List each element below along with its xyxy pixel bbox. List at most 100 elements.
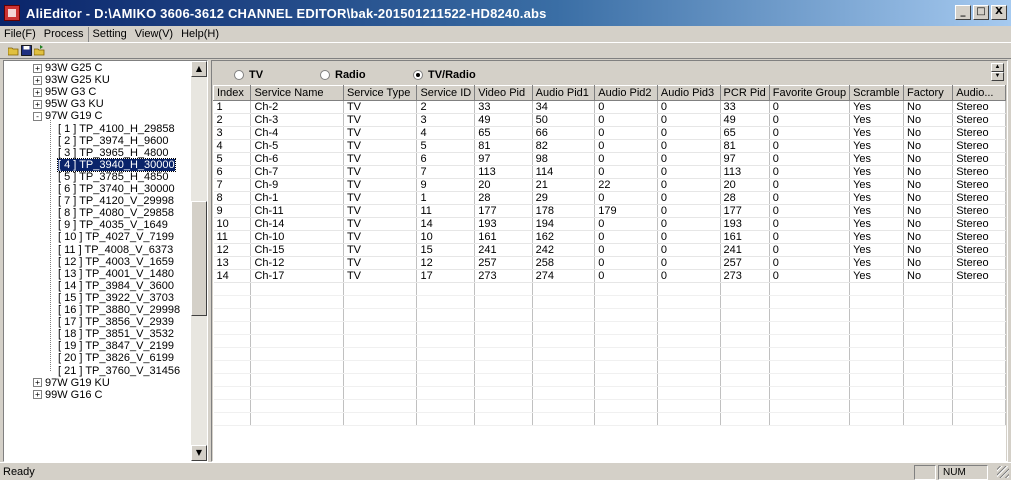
tree-node-transponder[interactable]: [ 9 ] TP_4035_V_1649 [58, 219, 168, 232]
tree-node-transponder[interactable]: [ 4 ] TP_3940_H_30000 [57, 157, 176, 172]
tree-node-transponder[interactable]: [ 1 ] TP_4100_H_29858 [58, 123, 175, 136]
scroll-down-button[interactable]: ▼ [191, 445, 207, 461]
tree-node-transponder[interactable]: [ 16 ] TP_3880_V_29998 [58, 304, 180, 317]
tree-node-satellite[interactable]: -97W G19 C [33, 110, 102, 123]
resize-grip[interactable] [997, 466, 1009, 478]
tree-node-transponder[interactable]: [ 14 ] TP_3984_V_3600 [58, 280, 174, 293]
expand-icon[interactable]: + [33, 378, 42, 388]
tree-node-satellite[interactable]: +93W G25 C [33, 62, 102, 75]
table-row[interactable]: 4 Ch-5 TV 5 81 82 0 0 81 0 Yes No Stereo [213, 139, 1006, 153]
column-header[interactable]: Service Name [250, 85, 344, 101]
satellite-tree[interactable]: ▲ ▼ +93W G25 C +93W G25 KU +95W G3 C +95W G… [3, 60, 208, 462]
tree-node-transponder[interactable]: [ 15 ] TP_3922_V_3703 [58, 292, 174, 305]
tree-item-label: [ 15 ] TP_3922_V_3703 [58, 291, 175, 304]
column-header[interactable]: Index [213, 85, 252, 101]
radio-tv-radio[interactable]: TV/Radio [413, 69, 476, 81]
table-row[interactable]: 8 Ch-1 TV 1 28 29 0 0 28 0 Yes No Stereo [213, 191, 1006, 205]
tree-node-satellite[interactable]: +99W G16 C [33, 389, 102, 402]
tree-node-transponder[interactable]: [ 20 ] TP_3826_V_6199 [58, 352, 174, 365]
menu-file[interactable]: File(F) [0, 27, 40, 42]
collapse-icon[interactable]: - [33, 111, 42, 121]
tree-node-transponder[interactable]: [ 11 ] TP_4008_V_6373 [58, 244, 173, 257]
tree-node-transponder[interactable]: [ 3 ] TP_3965_H_4800 [58, 147, 169, 160]
menu-help[interactable]: Help(H) [177, 27, 223, 42]
radio-radio-dot[interactable] [320, 70, 330, 80]
table-row[interactable]: 7 Ch-9 TV 9 20 21 22 0 20 0 Yes No Stereo [213, 178, 1006, 192]
menu-setting[interactable]: Setting [89, 27, 131, 42]
tree-node-transponder[interactable]: [ 5 ] TP_3785_H_4850 [58, 171, 169, 184]
expand-icon[interactable]: + [33, 87, 42, 97]
table-row[interactable]: 14 Ch-17 TV 17 273 274 0 0 273 0 Yes No Stereo [213, 269, 1006, 283]
maximize-button[interactable]: □ [973, 5, 989, 20]
column-header[interactable]: Service ID [416, 85, 476, 101]
column-header[interactable]: Favorite Group [768, 85, 851, 101]
expand-icon[interactable]: + [33, 75, 42, 85]
radio-tv-dot[interactable] [234, 70, 244, 80]
table-row[interactable]: 1 Ch-2 TV 2 33 34 0 0 33 0 Yes No Stereo [213, 100, 1006, 114]
menu-process[interactable]: Process [40, 26, 89, 42]
export-icon[interactable] [33, 45, 45, 56]
expand-icon[interactable]: + [33, 99, 42, 109]
table-row[interactable]: 11 Ch-10 TV 10 161 162 0 0 161 0 Yes No Stereo [213, 230, 1006, 244]
column-header[interactable]: Service Type [342, 85, 418, 101]
column-header[interactable]: Audio Pid2 [594, 85, 658, 101]
tree-node-transponder[interactable]: [ 8 ] TP_4080_V_29858 [58, 207, 174, 220]
radio-radio[interactable]: Radio [320, 69, 366, 81]
menu-view[interactable]: View(V) [131, 27, 177, 42]
open-folder-icon[interactable] [7, 45, 19, 56]
tree-node-transponder[interactable]: [ 17 ] TP_3856_V_2939 [58, 316, 174, 329]
table-cell: 33 [474, 100, 533, 114]
close-button[interactable]: X [991, 5, 1007, 20]
tree-node-transponder[interactable]: [ 12 ] TP_4003_V_1659 [58, 256, 174, 269]
column-header[interactable]: Audio... [952, 85, 1006, 101]
table-row[interactable]: 5 Ch-6 TV 6 97 98 0 0 97 0 Yes No Stereo [213, 152, 1006, 166]
tree-node-transponder[interactable]: [ 18 ] TP_3851_V_3532 [58, 328, 174, 341]
expand-icon[interactable]: + [33, 63, 42, 73]
table-row[interactable]: 6 Ch-7 TV 7 113 114 0 0 113 0 Yes No Stereo [213, 165, 1006, 179]
empty-cell [343, 321, 418, 335]
scroll-thumb[interactable] [191, 201, 207, 316]
table-cell: TV [343, 165, 418, 179]
column-header[interactable]: Audio Pid1 [531, 85, 596, 101]
tree-node-transponder[interactable]: [ 10 ] TP_4027_V_7199 [58, 231, 174, 244]
minimize-button[interactable]: _ [955, 5, 971, 20]
tree-node-transponder[interactable]: [ 7 ] TP_4120_V_29998 [58, 195, 174, 208]
expand-icon[interactable]: + [33, 390, 42, 400]
column-header[interactable]: Factory [903, 85, 954, 101]
column-header[interactable]: Scramble [849, 85, 905, 101]
column-header[interactable]: Video Pid [474, 85, 533, 101]
tree-node-satellite[interactable]: +97W G19 KU [33, 377, 110, 390]
tree-node-transponder[interactable]: [ 21 ] TP_3760_V_31456 [58, 365, 180, 378]
spin-down-icon[interactable]: ▼ [991, 72, 1004, 81]
tree-node-transponder[interactable]: [ 6 ] TP_3740_H_30000 [58, 183, 175, 196]
app-icon[interactable] [4, 5, 20, 21]
save-icon[interactable] [21, 45, 32, 56]
scroll-up-button[interactable]: ▲ [191, 61, 207, 77]
tree-scrollbar[interactable]: ▲ ▼ [191, 61, 207, 461]
table-cell: Ch-9 [250, 178, 344, 192]
title-bar[interactable]: AliEditor - D:\AMIKO 3606-3612 CHANNEL E… [0, 0, 1011, 26]
empty-cell [594, 360, 658, 374]
order-spinner[interactable]: ▲ ▼ [991, 63, 1004, 81]
radio-tv-radio-dot[interactable] [413, 70, 423, 80]
channel-table-container[interactable]: Index Service Name Service Type Service ID V… [213, 85, 1006, 461]
tree-node-transponder[interactable]: [ 13 ] TP_4001_V_1480 [58, 268, 174, 281]
tree-item-label: [ 21 ] TP_3760_V_31456 [58, 364, 181, 377]
tree-node-satellite[interactable]: +93W G25 KU [33, 74, 110, 87]
table-row[interactable]: 13 Ch-12 TV 12 257 258 0 0 257 0 Yes No Stereo [213, 256, 1006, 270]
table-cell: 0 [769, 178, 851, 192]
table-row[interactable]: 10 Ch-14 TV 14 193 194 0 0 193 0 Yes No Stereo [213, 217, 1006, 231]
column-header[interactable]: PCR Pid [719, 85, 770, 101]
table-cell: Stereo [952, 139, 1006, 153]
tree-node-satellite[interactable]: +95W G3 KU [33, 98, 104, 111]
table-row[interactable]: 12 Ch-15 TV 15 241 242 0 0 241 0 Yes No Stereo [213, 243, 1006, 257]
column-header[interactable]: Audio Pid3 [656, 85, 721, 101]
table-row[interactable]: 3 Ch-4 TV 4 65 66 0 0 65 0 Yes No Stereo [213, 126, 1006, 140]
radio-tv[interactable]: TV [234, 69, 263, 81]
spin-up-icon[interactable]: ▲ [991, 63, 1004, 72]
table-row[interactable]: 2 Ch-3 TV 3 49 50 0 0 49 0 Yes No Stereo [213, 113, 1006, 127]
tree-node-transponder[interactable]: [ 2 ] TP_3974_H_9600 [58, 135, 169, 148]
tree-node-satellite[interactable]: +95W G3 C [33, 86, 96, 99]
table-row[interactable]: 9 Ch-11 TV 11 177 178 179 0 177 0 Yes No Stereo [213, 204, 1006, 218]
tree-node-transponder[interactable]: [ 19 ] TP_3847_V_2199 [58, 340, 174, 353]
